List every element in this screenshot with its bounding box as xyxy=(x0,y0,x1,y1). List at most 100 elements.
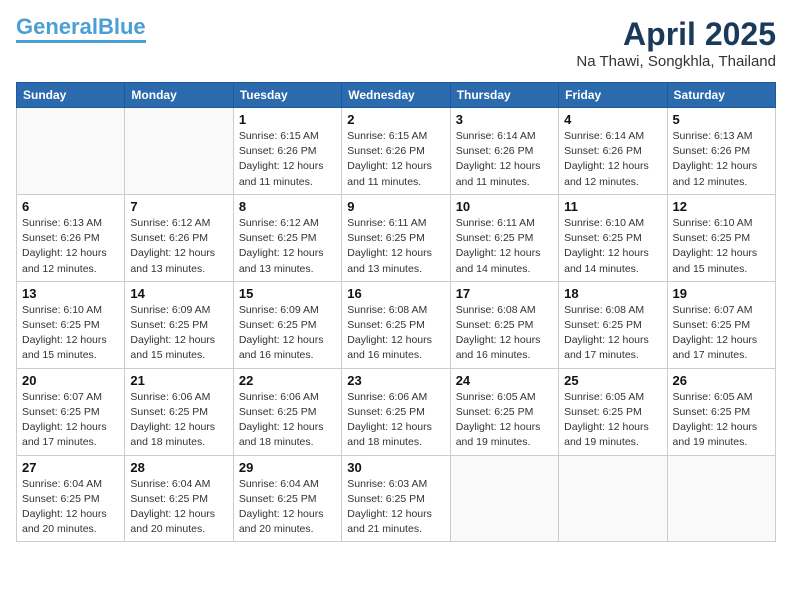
calendar-cell: 4 Sunrise: 6:14 AM Sunset: 6:26 PM Daylig… xyxy=(559,108,667,195)
calendar-cell: 28 Sunrise: 6:04 AM Sunset: 6:25 PM Dayli… xyxy=(125,455,233,542)
calendar-cell: 15 Sunrise: 6:09 AM Sunset: 6:25 PM Dayli… xyxy=(233,281,341,368)
day-number: 25 xyxy=(564,373,661,388)
day-number: 24 xyxy=(456,373,553,388)
weekday-header-monday: Monday xyxy=(125,83,233,108)
calendar-cell: 26Sunrise: 6:05 AM Sunset: 6:25 PM Dayli… xyxy=(667,368,775,455)
day-info: Sunrise: 6:10 AM Sunset: 6:25 PM Dayligh… xyxy=(564,216,661,277)
location: Na Thawi, Songkhla, Thailand xyxy=(576,53,776,70)
day-number: 11 xyxy=(564,199,661,214)
calendar-cell xyxy=(559,455,667,542)
day-number: 28 xyxy=(130,460,227,475)
day-info: Sunrise: 6:13 AM Sunset: 6:26 PM Dayligh… xyxy=(673,129,770,190)
day-number: 29 xyxy=(239,460,336,475)
day-info: Sunrise: 6:11 AM Sunset: 6:25 PM Dayligh… xyxy=(456,216,553,277)
day-info: Sunrise: 6:04 AM Sunset: 6:25 PM Dayligh… xyxy=(239,477,336,538)
calendar-cell: 2 Sunrise: 6:15 AM Sunset: 6:26 PM Daylig… xyxy=(342,108,450,195)
day-info: Sunrise: 6:14 AM Sunset: 6:26 PM Dayligh… xyxy=(564,129,661,190)
day-number: 1 xyxy=(239,112,336,127)
calendar-cell: 7Sunrise: 6:12 AM Sunset: 6:26 PM Daylig… xyxy=(125,194,233,281)
day-number: 22 xyxy=(239,373,336,388)
day-number: 19 xyxy=(673,286,770,301)
logo-underline xyxy=(16,40,146,43)
calendar-week-4: 20 Sunrise: 6:07 AM Sunset: 6:25 PM Dayli… xyxy=(17,368,776,455)
day-info: Sunrise: 6:10 AM Sunset: 6:25 PM Dayligh… xyxy=(673,216,770,277)
day-number: 8 xyxy=(239,199,336,214)
day-info: Sunrise: 6:10 AM Sunset: 6:25 PM Dayligh… xyxy=(22,303,119,364)
calendar-cell: 13 Sunrise: 6:10 AM Sunset: 6:25 PM Dayli… xyxy=(17,281,125,368)
day-info: Sunrise: 6:15 AM Sunset: 6:26 PM Dayligh… xyxy=(239,129,336,190)
day-info: Sunrise: 6:11 AM Sunset: 6:25 PM Dayligh… xyxy=(347,216,444,277)
day-info: Sunrise: 6:09 AM Sunset: 6:25 PM Dayligh… xyxy=(239,303,336,364)
calendar-cell: 23 Sunrise: 6:06 AM Sunset: 6:25 PM Dayli… xyxy=(342,368,450,455)
day-info: Sunrise: 6:03 AM Sunset: 6:25 PM Dayligh… xyxy=(347,477,444,538)
day-number: 16 xyxy=(347,286,444,301)
day-number: 5 xyxy=(673,112,770,127)
calendar-cell: 11 Sunrise: 6:10 AM Sunset: 6:25 PM Dayli… xyxy=(559,194,667,281)
day-number: 23 xyxy=(347,373,444,388)
calendar-cell: 6 Sunrise: 6:13 AM Sunset: 6:26 PM Daylig… xyxy=(17,194,125,281)
title-block: April 2025 Na Thawi, Songkhla, Thailand xyxy=(576,16,776,70)
day-info: Sunrise: 6:08 AM Sunset: 6:25 PM Dayligh… xyxy=(564,303,661,364)
day-info: Sunrise: 6:04 AM Sunset: 6:25 PM Dayligh… xyxy=(130,477,227,538)
day-number: 2 xyxy=(347,112,444,127)
day-info: Sunrise: 6:13 AM Sunset: 6:26 PM Dayligh… xyxy=(22,216,119,277)
day-number: 12 xyxy=(673,199,770,214)
page-header: GeneralBlue April 2025 Na Thawi, Songkhl… xyxy=(16,16,776,70)
calendar-cell: 18Sunrise: 6:08 AM Sunset: 6:25 PM Dayli… xyxy=(559,281,667,368)
calendar-cell: 17 Sunrise: 6:08 AM Sunset: 6:25 PM Dayli… xyxy=(450,281,558,368)
day-info: Sunrise: 6:14 AM Sunset: 6:26 PM Dayligh… xyxy=(456,129,553,190)
calendar-cell xyxy=(125,108,233,195)
weekday-header-friday: Friday xyxy=(559,83,667,108)
calendar-cell: 30 Sunrise: 6:03 AM Sunset: 6:25 PM Dayli… xyxy=(342,455,450,542)
logo-general: General xyxy=(16,14,98,39)
day-info: Sunrise: 6:07 AM Sunset: 6:25 PM Dayligh… xyxy=(673,303,770,364)
calendar-week-5: 27Sunrise: 6:04 AM Sunset: 6:25 PM Dayli… xyxy=(17,455,776,542)
day-info: Sunrise: 6:07 AM Sunset: 6:25 PM Dayligh… xyxy=(22,390,119,451)
day-info: Sunrise: 6:15 AM Sunset: 6:26 PM Dayligh… xyxy=(347,129,444,190)
weekday-header-wednesday: Wednesday xyxy=(342,83,450,108)
calendar-cell xyxy=(667,455,775,542)
day-info: Sunrise: 6:06 AM Sunset: 6:25 PM Dayligh… xyxy=(239,390,336,451)
calendar-week-3: 13 Sunrise: 6:10 AM Sunset: 6:25 PM Dayli… xyxy=(17,281,776,368)
calendar-cell: 5 Sunrise: 6:13 AM Sunset: 6:26 PM Daylig… xyxy=(667,108,775,195)
day-info: Sunrise: 6:08 AM Sunset: 6:25 PM Dayligh… xyxy=(347,303,444,364)
weekday-header-saturday: Saturday xyxy=(667,83,775,108)
day-number: 30 xyxy=(347,460,444,475)
calendar-header-row: SundayMondayTuesdayWednesdayThursdayFrid… xyxy=(17,83,776,108)
day-number: 10 xyxy=(456,199,553,214)
day-number: 7 xyxy=(130,199,227,214)
calendar-cell xyxy=(450,455,558,542)
day-info: Sunrise: 6:05 AM Sunset: 6:25 PM Dayligh… xyxy=(673,390,770,451)
day-number: 21 xyxy=(130,373,227,388)
day-info: Sunrise: 6:05 AM Sunset: 6:25 PM Dayligh… xyxy=(564,390,661,451)
day-number: 14 xyxy=(130,286,227,301)
day-number: 4 xyxy=(564,112,661,127)
day-number: 6 xyxy=(22,199,119,214)
day-info: Sunrise: 6:09 AM Sunset: 6:25 PM Dayligh… xyxy=(130,303,227,364)
day-number: 3 xyxy=(456,112,553,127)
day-number: 13 xyxy=(22,286,119,301)
day-number: 20 xyxy=(22,373,119,388)
day-info: Sunrise: 6:08 AM Sunset: 6:25 PM Dayligh… xyxy=(456,303,553,364)
calendar-cell: 22 Sunrise: 6:06 AM Sunset: 6:25 PM Dayli… xyxy=(233,368,341,455)
logo-blue: Blue xyxy=(98,14,146,39)
calendar-cell: 20 Sunrise: 6:07 AM Sunset: 6:25 PM Dayli… xyxy=(17,368,125,455)
calendar-cell: 25 Sunrise: 6:05 AM Sunset: 6:25 PM Dayli… xyxy=(559,368,667,455)
day-number: 15 xyxy=(239,286,336,301)
weekday-header-tuesday: Tuesday xyxy=(233,83,341,108)
day-number: 9 xyxy=(347,199,444,214)
day-info: Sunrise: 6:06 AM Sunset: 6:25 PM Dayligh… xyxy=(347,390,444,451)
month-year: April 2025 xyxy=(576,16,776,53)
day-info: Sunrise: 6:06 AM Sunset: 6:25 PM Dayligh… xyxy=(130,390,227,451)
weekday-header-sunday: Sunday xyxy=(17,83,125,108)
day-info: Sunrise: 6:05 AM Sunset: 6:25 PM Dayligh… xyxy=(456,390,553,451)
calendar-cell: 3 Sunrise: 6:14 AM Sunset: 6:26 PM Daylig… xyxy=(450,108,558,195)
day-number: 17 xyxy=(456,286,553,301)
calendar-cell: 8Sunrise: 6:12 AM Sunset: 6:25 PM Daylig… xyxy=(233,194,341,281)
calendar-cell: 16 Sunrise: 6:08 AM Sunset: 6:25 PM Dayli… xyxy=(342,281,450,368)
calendar-cell: 29 Sunrise: 6:04 AM Sunset: 6:25 PM Dayli… xyxy=(233,455,341,542)
calendar-cell: 27Sunrise: 6:04 AM Sunset: 6:25 PM Dayli… xyxy=(17,455,125,542)
calendar-cell xyxy=(17,108,125,195)
calendar-cell: 14 Sunrise: 6:09 AM Sunset: 6:25 PM Dayli… xyxy=(125,281,233,368)
calendar-cell: 1 Sunrise: 6:15 AM Sunset: 6:26 PM Daylig… xyxy=(233,108,341,195)
